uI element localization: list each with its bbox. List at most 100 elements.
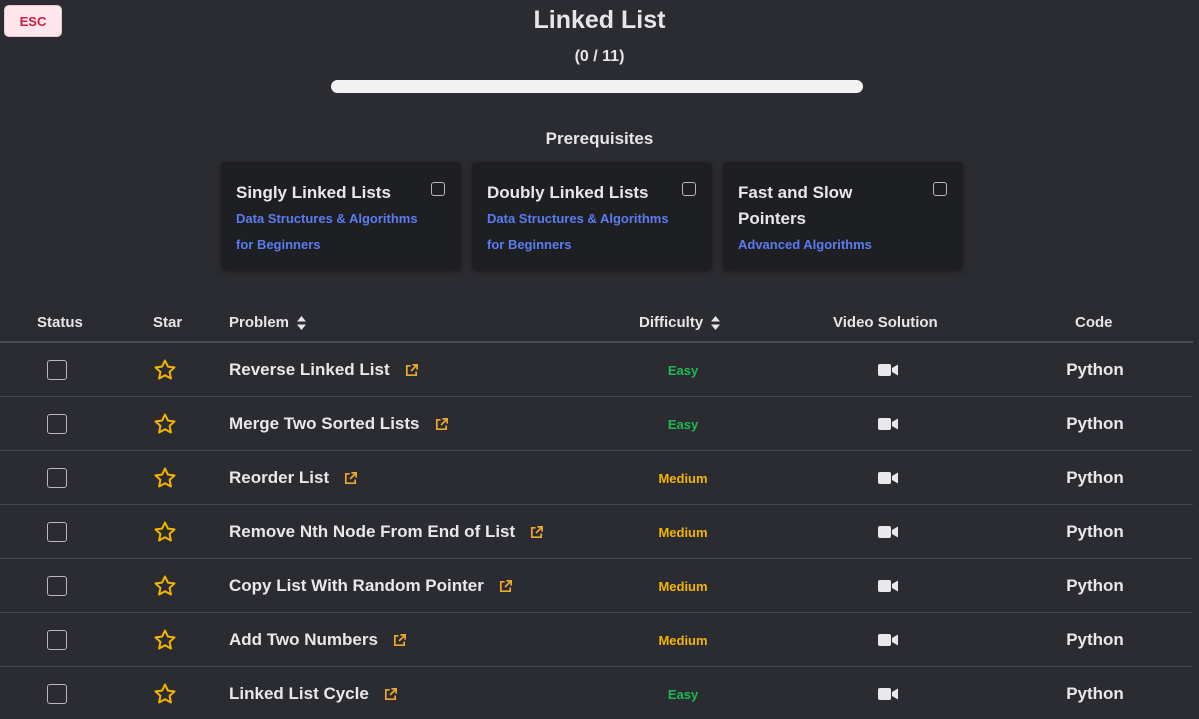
star-outline-icon[interactable] (153, 520, 177, 544)
table-body: Reverse Linked List Easy Python Merge Tw… (0, 343, 1193, 719)
prerequisite-title: Singly Linked Lists (236, 183, 391, 202)
code-link[interactable]: Python (1045, 576, 1145, 596)
code-link[interactable]: Python (1045, 468, 1145, 488)
video-camera-icon[interactable] (878, 633, 898, 647)
status-column-header: Status (37, 314, 83, 331)
problem-cell: Copy List With Random Pointer (229, 559, 513, 613)
progress-text: (0 / 11) (574, 48, 625, 65)
problem-name[interactable]: Merge Two Sorted Lists (229, 414, 420, 434)
problem-name[interactable]: Copy List With Random Pointer (229, 576, 484, 596)
code-link[interactable]: Python (1045, 630, 1145, 650)
video-header-label: Video Solution (833, 314, 938, 331)
table-row: Merge Two Sorted Lists Easy Python (0, 397, 1193, 451)
video-camera-icon[interactable] (878, 471, 898, 485)
external-link-icon[interactable] (392, 633, 407, 648)
code-column-header: Code (1075, 314, 1113, 331)
video-column-header: Video Solution (833, 314, 938, 331)
difficulty-header-label: Difficulty (639, 314, 704, 331)
video-camera-icon[interactable] (878, 525, 898, 539)
problem-name[interactable]: Add Two Numbers (229, 630, 378, 650)
star-outline-icon[interactable] (153, 412, 177, 436)
code-cell: Python (1045, 397, 1145, 451)
code-link[interactable]: Python (1045, 522, 1145, 542)
code-cell: Python (1045, 505, 1145, 559)
table-row: Add Two Numbers Medium Python (0, 613, 1193, 667)
difficulty-badge: Easy (667, 686, 699, 702)
sort-icon[interactable] (711, 315, 721, 330)
star-cell (153, 667, 177, 719)
prerequisite-course-link[interactable]: Data Structures & Algorithms for Beginne… (236, 206, 421, 258)
difficulty-badge: Medium (658, 470, 708, 486)
video-camera-icon[interactable] (878, 579, 898, 593)
difficulty-cell: Medium (633, 559, 733, 613)
problem-cell: Reorder List (229, 451, 358, 505)
prerequisite-checkbox[interactable] (933, 182, 947, 196)
prerequisite-card-singly-linked-lists: Singly Linked Lists Data Structures & Al… (221, 162, 461, 270)
external-link-icon[interactable] (529, 525, 544, 540)
difficulty-column-header[interactable]: Difficulty (639, 314, 721, 331)
prerequisite-checkbox[interactable] (682, 182, 696, 196)
difficulty-cell: Easy (633, 667, 733, 719)
star-outline-icon[interactable] (153, 358, 177, 382)
external-link-icon[interactable] (434, 417, 449, 432)
prerequisite-course-link[interactable]: Advanced Algorithms (738, 232, 923, 258)
video-camera-icon[interactable] (878, 417, 898, 431)
status-cell (37, 505, 77, 559)
status-checkbox[interactable] (47, 684, 67, 704)
star-outline-icon[interactable] (153, 466, 177, 490)
status-cell (37, 559, 77, 613)
star-outline-icon[interactable] (153, 574, 177, 598)
prerequisite-course-link[interactable]: Data Structures & Algorithms for Beginne… (487, 206, 672, 258)
code-link[interactable]: Python (1045, 684, 1145, 704)
table-row: Copy List With Random Pointer Medium Pyt… (0, 559, 1193, 613)
status-checkbox[interactable] (47, 576, 67, 596)
status-checkbox[interactable] (47, 630, 67, 650)
star-outline-icon[interactable] (153, 682, 177, 706)
external-link-icon[interactable] (383, 687, 398, 702)
problem-column-header[interactable]: Problem (229, 314, 307, 331)
status-cell (37, 397, 77, 451)
status-checkbox[interactable] (47, 522, 67, 542)
video-cell (863, 667, 913, 719)
video-cell (863, 613, 913, 667)
status-cell (37, 343, 77, 397)
status-checkbox[interactable] (47, 468, 67, 488)
problem-cell: Remove Nth Node From End of List (229, 505, 544, 559)
external-link-icon[interactable] (404, 363, 419, 378)
sort-icon[interactable] (297, 315, 307, 330)
difficulty-badge: Medium (658, 632, 708, 648)
table-row: Reverse Linked List Easy Python (0, 343, 1193, 397)
problem-cell: Linked List Cycle (229, 667, 398, 719)
problem-name[interactable]: Remove Nth Node From End of List (229, 522, 515, 542)
problem-cell: Merge Two Sorted Lists (229, 397, 449, 451)
problem-name[interactable]: Reverse Linked List (229, 360, 390, 380)
code-cell: Python (1045, 613, 1145, 667)
video-camera-icon[interactable] (878, 363, 898, 377)
status-cell (37, 667, 77, 719)
difficulty-cell: Medium (633, 451, 733, 505)
star-cell (153, 451, 177, 505)
status-checkbox[interactable] (47, 360, 67, 380)
star-cell (153, 505, 177, 559)
table-row: Remove Nth Node From End of List Medium … (0, 505, 1193, 559)
video-cell (863, 559, 913, 613)
prerequisites-heading: Prerequisites (545, 129, 654, 148)
code-link[interactable]: Python (1045, 360, 1145, 380)
problem-name[interactable]: Linked List Cycle (229, 684, 369, 704)
code-cell: Python (1045, 559, 1145, 613)
page: ESC Linked List (0 / 11) Prerequisites S… (0, 0, 1199, 719)
external-link-icon[interactable] (498, 579, 513, 594)
video-camera-icon[interactable] (878, 687, 898, 701)
table-row: Linked List Cycle Easy Python (0, 667, 1193, 719)
star-outline-icon[interactable] (153, 628, 177, 652)
star-cell (153, 397, 177, 451)
video-cell (863, 505, 913, 559)
code-link[interactable]: Python (1045, 414, 1145, 434)
external-link-icon[interactable] (343, 471, 358, 486)
code-cell: Python (1045, 451, 1145, 505)
prerequisite-checkbox[interactable] (431, 182, 445, 196)
code-cell: Python (1045, 667, 1145, 719)
problem-name[interactable]: Reorder List (229, 468, 329, 488)
problem-cell: Reverse Linked List (229, 343, 419, 397)
status-checkbox[interactable] (47, 414, 67, 434)
